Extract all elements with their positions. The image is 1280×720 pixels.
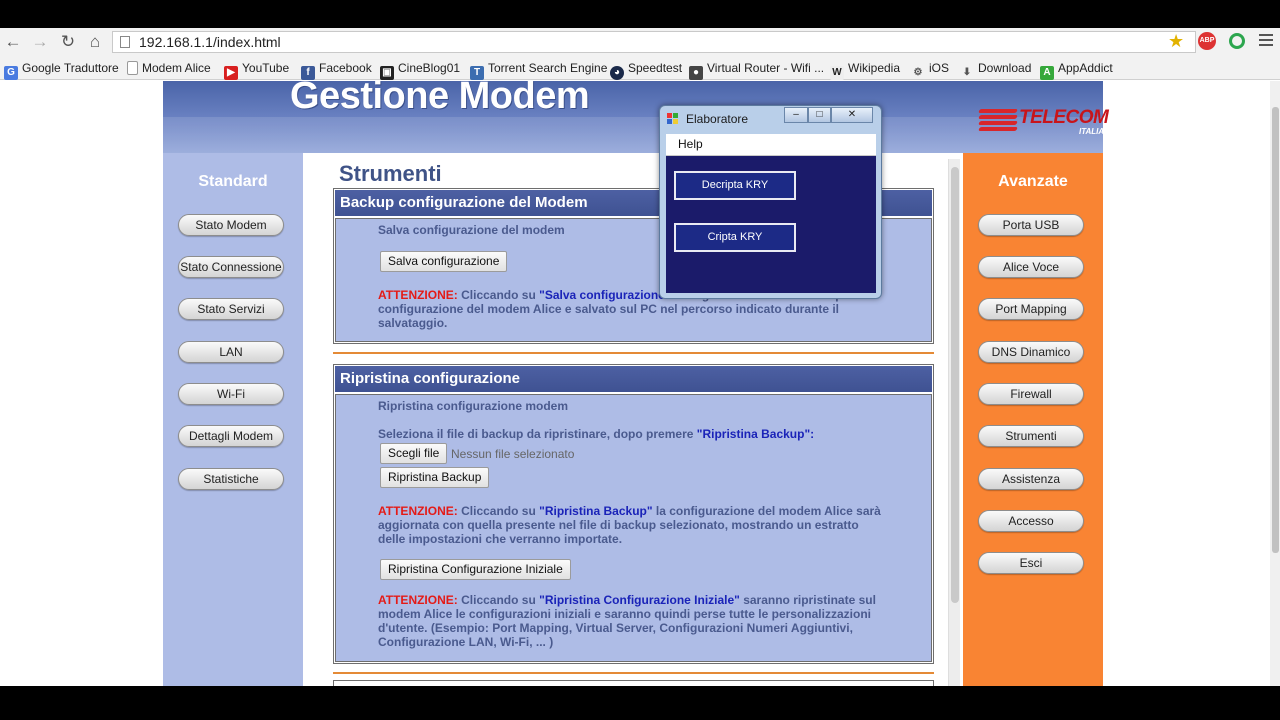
window-menubar: Help: [666, 134, 876, 156]
youtube-icon: ▶: [224, 66, 238, 80]
page-scrollbar[interactable]: [1270, 81, 1280, 686]
page-icon: [120, 36, 130, 48]
nav-stato-connessione[interactable]: Stato Connessione: [178, 256, 284, 278]
download-icon: ⬇: [962, 67, 972, 78]
scegli-file-button[interactable]: Scegli file: [380, 443, 448, 464]
router-icon: ●: [689, 66, 703, 80]
speedtest-icon: ◕: [610, 66, 624, 80]
nav-dns-dinamico[interactable]: DNS Dinamico: [978, 341, 1084, 363]
restore-subtitle: Ripristina configurazione modem: [378, 399, 569, 413]
avanzate-nav: Avanzate Porta USB Alice Voce Port Mappi…: [963, 153, 1103, 686]
bookmark-download[interactable]: ⬇ Download: [960, 60, 1032, 80]
nav-porta-usb[interactable]: Porta USB: [978, 214, 1084, 236]
salva-configurazione-button[interactable]: Salva configurazione: [380, 251, 508, 272]
minimize-icon[interactable]: –: [784, 107, 808, 123]
telecom-waves-icon: [978, 109, 1018, 133]
window-title: Elaboratore: [686, 112, 749, 126]
nav-alice-voce[interactable]: Alice Voce: [978, 256, 1084, 278]
content-scrollbar[interactable]: [948, 159, 960, 686]
restore-select-instruction: Seleziona il file di backup da ripristin…: [378, 427, 815, 441]
nav-statistiche[interactable]: Statistiche: [178, 468, 284, 490]
nav-firewall[interactable]: Firewall: [978, 383, 1084, 405]
section-divider: [333, 672, 934, 674]
restore-panel: Ripristina configurazione Ripristina con…: [333, 364, 934, 664]
extension-icon[interactable]: [1229, 33, 1245, 49]
avanzate-nav-title: Avanzate: [998, 173, 1068, 190]
page-content: Gestione Modem TELECOM ITALIA Standard S…: [0, 75, 1270, 686]
bookmark-appaddict[interactable]: A AppAddict: [1040, 60, 1113, 80]
section-title: Strumenti: [339, 161, 442, 186]
address-url: 192.168.1.1/index.html: [139, 34, 281, 50]
bookmark-modem-alice[interactable]: Modem Alice: [127, 60, 211, 76]
bookmark-ios[interactable]: ⚙ iOS: [911, 60, 950, 80]
cripta-kry-button[interactable]: Cripta KRY: [674, 223, 796, 252]
nav-esci[interactable]: Esci: [978, 552, 1084, 574]
appaddict-icon: A: [1040, 66, 1054, 80]
standard-nav: Standard Stato Modem Stato Connessione S…: [163, 153, 303, 686]
restore-panel-body: Ripristina configurazione modem Selezion…: [335, 394, 932, 662]
restore-initial-warning: ATTENZIONE: Cliccando su "Ripristina Con…: [378, 593, 876, 649]
browser-window: ← → ↻ ⌂ 192.168.1.1/index.html ★ ABP G Go…: [0, 28, 1280, 686]
page-scrollbar-thumb[interactable]: [1272, 107, 1279, 553]
standard-nav-title: Standard: [198, 173, 268, 190]
bookmark-star-icon[interactable]: ★: [1168, 31, 1184, 52]
nav-dettagli-modem[interactable]: Dettagli Modem: [178, 425, 284, 447]
restore-backup-warning: ATTENZIONE: Cliccando su "Ripristina Bac…: [378, 504, 881, 546]
bookmark-google-traduttore[interactable]: G Google Traduttore: [4, 60, 119, 80]
wikipedia-icon: W: [830, 66, 844, 80]
backup-subtitle: Salva configurazione del modem: [378, 223, 565, 237]
page-header-title: Gestione Modem: [290, 75, 590, 117]
ripristina-backup-button[interactable]: Ripristina Backup: [380, 467, 490, 488]
nav-stato-servizi[interactable]: Stato Servizi: [178, 298, 284, 320]
bookmark-speedtest[interactable]: ◕ Speedtest: [610, 60, 682, 80]
nav-lan[interactable]: LAN: [178, 341, 284, 363]
window-client-area: Decripta KRY Cripta KRY: [666, 156, 876, 293]
section-divider: [333, 352, 934, 354]
bookmarks-bar: G Google Traduttore Modem Alice ▶ YouTube …: [0, 56, 1280, 80]
close-icon[interactable]: ✕: [831, 107, 873, 123]
app-window-icon: [667, 113, 678, 124]
page-icon: [127, 61, 138, 75]
nav-assistenza[interactable]: Assistenza: [978, 468, 1084, 490]
browser-toolbar: ← → ↻ ⌂ 192.168.1.1/index.html ★ ABP: [0, 28, 1280, 56]
content-scrollbar-thumb[interactable]: [951, 167, 959, 603]
bookmark-wikipedia[interactable]: W Wikipedia: [830, 60, 900, 80]
restore-panel-header: Ripristina configurazione: [335, 366, 932, 392]
reload-icon[interactable]: ↻: [57, 31, 79, 53]
elaboratore-window: Elaboratore – □ ✕ Help Decripta KRY Crip…: [659, 105, 882, 299]
nav-port-mapping[interactable]: Port Mapping: [978, 298, 1084, 320]
decripta-kry-button[interactable]: Decripta KRY: [674, 171, 796, 200]
bookmark-youtube[interactable]: ▶ YouTube: [224, 60, 289, 80]
nav-strumenti[interactable]: Strumenti: [978, 425, 1084, 447]
adblock-icon[interactable]: ABP: [1198, 32, 1216, 50]
home-icon[interactable]: ⌂: [84, 31, 106, 53]
menu-icon[interactable]: [1259, 34, 1273, 49]
no-file-selected-label: Nessun file selezionato: [451, 447, 575, 461]
address-bar[interactable]: 192.168.1.1/index.html: [112, 31, 1196, 53]
page-header: Gestione Modem TELECOM ITALIA: [163, 75, 1109, 153]
back-arrow-icon[interactable]: ←: [2, 31, 24, 53]
nav-accesso[interactable]: Accesso: [978, 510, 1084, 532]
nav-wifi[interactable]: Wi-Fi: [178, 383, 284, 405]
bookmark-virtual-router[interactable]: ● Virtual Router - Wifi ...: [689, 60, 824, 80]
ripristina-configurazione-iniziale-button[interactable]: Ripristina Configurazione Iniziale: [380, 559, 571, 580]
ios-icon: ⚙: [913, 67, 923, 78]
maximize-icon[interactable]: □: [808, 107, 831, 123]
menu-help[interactable]: Help: [678, 137, 703, 151]
forward-arrow-icon[interactable]: →: [29, 31, 51, 53]
nav-stato-modem[interactable]: Stato Modem: [178, 214, 284, 236]
next-panel: [333, 680, 934, 686]
google-translate-icon: G: [4, 66, 18, 80]
